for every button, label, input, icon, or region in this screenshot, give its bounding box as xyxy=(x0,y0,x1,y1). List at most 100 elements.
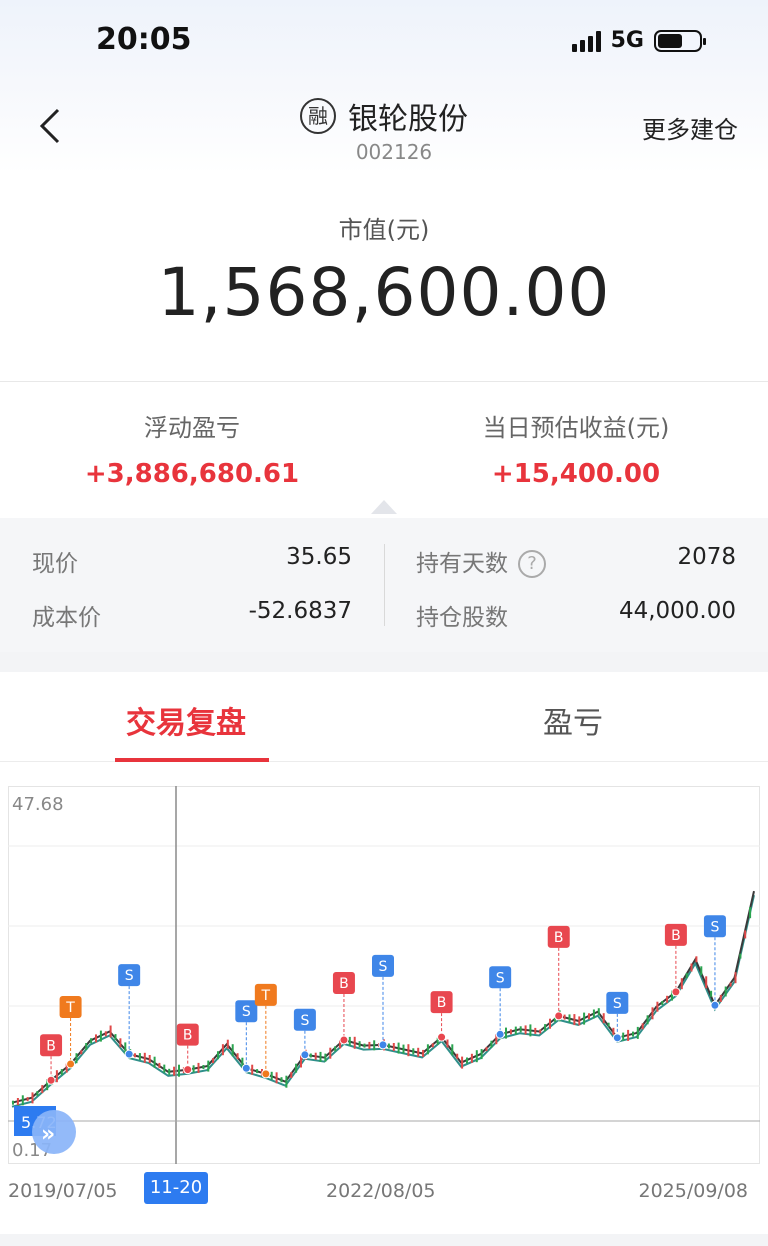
shares-label: 持仓股数 xyxy=(416,605,508,631)
stock-name: 银轮股份 xyxy=(348,102,468,137)
tab-bar: 交易复盘 盈亏 xyxy=(0,672,768,762)
candle xyxy=(392,1043,395,1051)
candle xyxy=(236,1053,239,1060)
candle xyxy=(563,1014,566,1020)
network-type: 5G xyxy=(610,28,644,53)
cost-value: -52.6837 xyxy=(248,598,352,624)
candle xyxy=(114,1034,117,1041)
candle xyxy=(295,1063,298,1073)
signal-icon xyxy=(571,30,601,52)
candle xyxy=(529,1024,532,1037)
candle xyxy=(402,1044,405,1054)
help-icon[interactable]: ? xyxy=(518,550,546,578)
candle xyxy=(275,1072,278,1084)
candle xyxy=(597,1008,600,1016)
candle xyxy=(636,1026,639,1039)
candle xyxy=(514,1026,517,1035)
candle xyxy=(143,1052,146,1063)
candle xyxy=(134,1053,136,1058)
candle xyxy=(700,966,703,976)
candle xyxy=(231,1044,234,1057)
candle xyxy=(163,1064,166,1073)
candle xyxy=(31,1092,34,1104)
svg-text:B: B xyxy=(183,1028,193,1044)
candle xyxy=(358,1041,361,1048)
candle xyxy=(207,1060,210,1072)
navigation-bar: 融 银轮股份 002126 更多建仓 xyxy=(0,84,768,174)
holding-days-text: 持有天数 xyxy=(416,551,508,577)
cost-label: 成本价 xyxy=(32,605,101,631)
candle xyxy=(661,1001,664,1005)
svg-text:S: S xyxy=(125,968,134,984)
scroll-right-button[interactable]: » xyxy=(32,1110,76,1154)
candle xyxy=(212,1058,215,1064)
candle xyxy=(173,1066,176,1076)
today-pnl-value: +15,400.00 xyxy=(491,459,661,489)
candle xyxy=(695,956,698,963)
candle xyxy=(26,1097,29,1102)
candle xyxy=(549,1018,551,1029)
tab-profit-loss[interactable]: 盈亏 xyxy=(543,698,603,742)
candle xyxy=(397,1042,400,1054)
candle xyxy=(475,1050,478,1063)
candle xyxy=(592,1009,595,1019)
svg-text:B: B xyxy=(437,995,447,1011)
candle xyxy=(353,1036,356,1049)
position-detail-page: 20:05 5G 融 银轮股份 002126 更多建仓 市值(元) 1,568,… xyxy=(0,0,768,1246)
candle xyxy=(509,1029,512,1035)
svg-text:»: » xyxy=(41,1122,55,1147)
candle xyxy=(319,1051,322,1062)
candle xyxy=(470,1053,473,1063)
candle xyxy=(612,1027,615,1035)
divider xyxy=(384,544,385,626)
svg-text:B: B xyxy=(554,930,564,946)
candle xyxy=(680,978,683,990)
svg-text:S: S xyxy=(711,919,720,935)
candle xyxy=(739,953,742,959)
candle xyxy=(734,972,737,984)
candle xyxy=(568,1014,571,1023)
floating-pnl-label: 浮动盈亏 xyxy=(144,414,240,442)
candle xyxy=(426,1044,429,1055)
svg-text:T: T xyxy=(65,1000,75,1016)
active-tab-indicator xyxy=(115,758,269,762)
candle xyxy=(666,995,669,1003)
candle xyxy=(641,1023,644,1030)
price-value: 35.65 xyxy=(286,544,352,570)
bottom-strip xyxy=(0,1234,768,1246)
expand-pointer-icon xyxy=(371,500,397,514)
candle xyxy=(348,1036,351,1046)
candle xyxy=(724,986,727,997)
svg-text:B: B xyxy=(671,928,681,944)
candle xyxy=(573,1014,576,1026)
candle xyxy=(719,994,722,1002)
candle xyxy=(153,1056,156,1068)
candle xyxy=(256,1069,259,1074)
candle xyxy=(334,1046,337,1052)
svg-text:B: B xyxy=(46,1038,56,1054)
tab-trade-review[interactable]: 交易复盘 xyxy=(126,698,246,742)
candle xyxy=(622,1032,625,1041)
x-axis-end-label: 2025/09/08 xyxy=(638,1180,748,1202)
today-pnl-label: 当日预估收益(元) xyxy=(482,414,670,442)
candle xyxy=(158,1062,161,1068)
holding-days-value: 2078 xyxy=(677,544,736,570)
more-positions-button[interactable]: 更多建仓 xyxy=(642,110,738,145)
candle xyxy=(226,1039,229,1049)
candle xyxy=(373,1040,376,1051)
candle xyxy=(539,1029,542,1034)
candle xyxy=(461,1056,464,1069)
candle xyxy=(685,973,688,979)
candle xyxy=(202,1065,205,1069)
market-value: 1,568,600.00 xyxy=(157,254,611,331)
candle xyxy=(729,982,732,987)
candle xyxy=(456,1053,459,1059)
candle xyxy=(290,1072,293,1078)
status-bar: 20:05 5G xyxy=(0,0,768,84)
candle xyxy=(251,1064,254,1075)
candle xyxy=(705,976,708,989)
candle xyxy=(544,1024,547,1032)
trade-review-chart[interactable]: 47.68 BTSBSTSBSBSBSBS 5.72 0.17 » xyxy=(8,786,760,1164)
candle xyxy=(55,1070,58,1083)
candle xyxy=(656,1001,659,1012)
